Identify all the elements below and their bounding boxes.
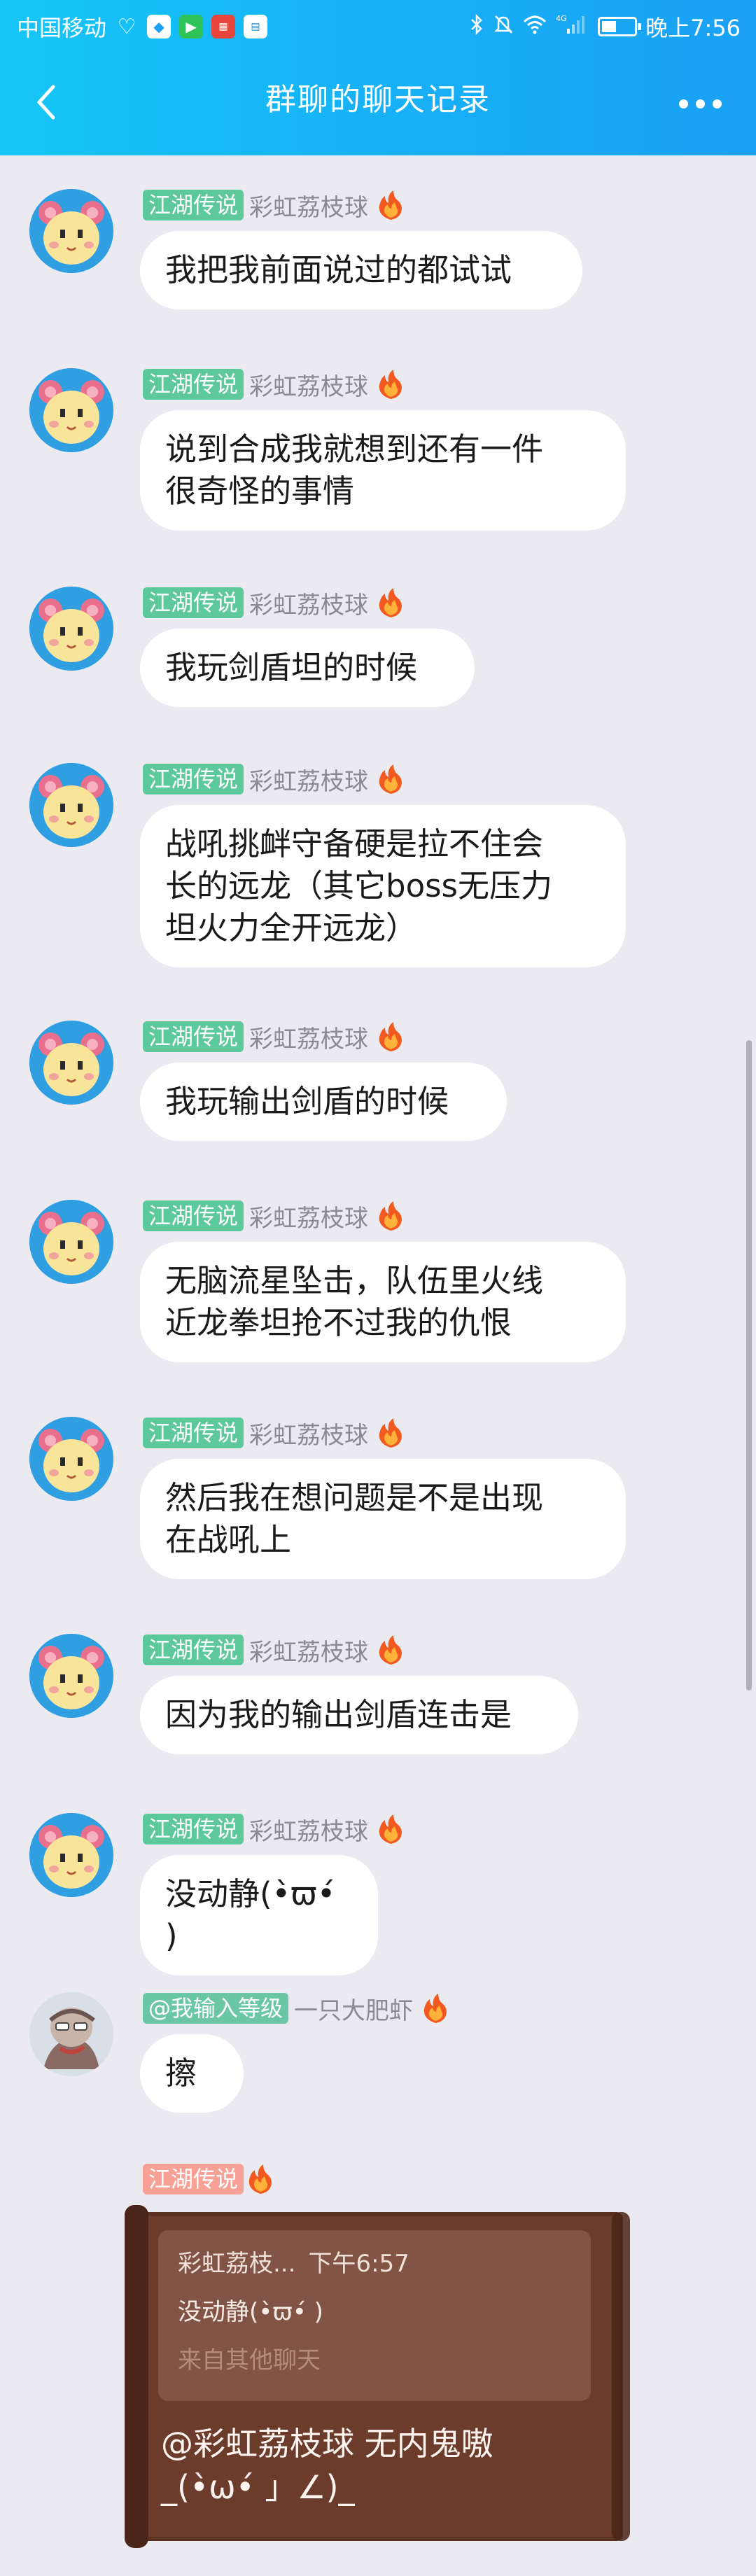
message-bubble[interactable]: 我玩剑盾坦的时候 <box>140 629 475 707</box>
message-bubble[interactable]: 说到合成我就想到还有一件 很奇怪的事情 <box>140 410 626 531</box>
group-title-badge: 江湖传说 <box>143 587 244 618</box>
sender-name[interactable]: 彩虹荔枝球 <box>249 1812 368 1847</box>
avatar-lychee[interactable] <box>29 1417 113 1501</box>
sender-name[interactable]: 彩虹荔枝球 <box>249 368 368 402</box>
message-meta: 江湖传说 <box>143 2163 276 2195</box>
fire-icon <box>379 1418 402 1448</box>
sender-name[interactable]: 彩虹荔枝球 <box>249 188 368 223</box>
message-meta: 江湖传说 彩虹荔枝球 <box>143 1199 406 1233</box>
group-title-badge: @我输入等级 <box>143 1993 289 2024</box>
carrier-label: 中国移动 <box>17 15 107 41</box>
fire-icon <box>379 1635 402 1665</box>
shield-icon: ◆ <box>147 15 172 38</box>
sender-name[interactable]: 彩虹荔枝球 <box>249 1416 368 1450</box>
message-meta: 江湖传说 彩虹荔枝球 <box>143 368 406 402</box>
more-button[interactable] <box>672 84 728 123</box>
fire-icon <box>379 588 402 617</box>
sender-name[interactable]: 彩虹荔枝球 <box>249 762 368 797</box>
status-bar: 中国移动 ♡ ◆ ▶ ▦ ▤ 4G 晚上7:56 <box>0 0 756 53</box>
more-dots-icon <box>678 99 688 108</box>
avatar-lychee[interactable] <box>29 1634 113 1718</box>
group-title-badge: 江湖传说 <box>143 1814 244 1844</box>
fire-icon <box>248 2164 272 2194</box>
quoted-message[interactable]: 彩虹荔枝... 下午6:57 没动静(•̀ϖ•́ ) 来自其他聊天 <box>158 2230 591 2401</box>
fire-icon <box>379 370 402 399</box>
battery-icon <box>598 17 642 36</box>
message-meta: 江湖传说 彩虹荔枝球 <box>143 1812 406 1847</box>
fire-icon <box>379 190 402 220</box>
page-title: 群聊的聊天记录 <box>265 82 491 118</box>
quoted-source: 来自其他聊天 <box>178 2346 321 2374</box>
fire-icon <box>379 1814 402 1844</box>
sender-name[interactable]: 彩虹荔枝球 <box>249 1633 368 1667</box>
group-title-badge: 江湖传说 <box>143 1200 244 1231</box>
message-meta: 江湖传说 彩虹荔枝球 <box>143 1416 406 1450</box>
news-app-icon: ▦ <box>211 15 236 38</box>
avatar-shrimp[interactable] <box>29 1992 113 2076</box>
scrollbar[interactable] <box>746 161 752 2569</box>
fire-icon <box>379 1022 402 1051</box>
mute-icon <box>493 13 514 41</box>
message-meta: 江湖传说 彩虹荔枝球 <box>143 1633 406 1667</box>
bluetooth-icon <box>469 13 484 41</box>
message-bubble[interactable]: 无脑流星坠击，队伍里火线 近龙拳坦抢不过我的仇恨 <box>140 1242 626 1362</box>
message-bubble[interactable]: 擦 <box>140 2034 244 2113</box>
message-bubble[interactable]: 因为我的输出剑盾连击是 <box>140 1676 578 1754</box>
fire-icon <box>379 764 402 794</box>
avatar-lychee[interactable] <box>29 587 113 671</box>
quote-reply-bubble[interactable]: 彩虹荔枝... 下午6:57 没动静(•̀ϖ•́ ) 来自其他聊天 @彩虹荔枝球 … <box>125 2205 630 2548</box>
app-header: 中国移动 ♡ ◆ ▶ ▦ ▤ 4G 晚上7:56 群聊的聊天记录 <box>0 0 756 155</box>
avatar-lychee[interactable] <box>29 1021 113 1105</box>
play-store-icon: ▶ <box>179 15 204 38</box>
group-title-badge: 江湖传说 <box>143 1418 244 1448</box>
svg-text:4G: 4G <box>556 14 567 23</box>
wifi-icon <box>522 14 547 40</box>
message-meta: 江湖传说 彩虹荔枝球 <box>143 188 406 223</box>
sender-name[interactable]: 一只大肥虾 <box>294 1991 413 2026</box>
sender-name[interactable]: 彩虹荔枝球 <box>249 1199 368 1233</box>
message-meta: 江湖传说 彩虹荔枝球 <box>143 762 406 797</box>
avatar-lychee[interactable] <box>29 189 113 273</box>
avatar-lychee[interactable] <box>29 763 113 847</box>
message-bubble[interactable]: 然后我在想问题是不是出现 在战吼上 <box>140 1459 626 1579</box>
avatar-lychee[interactable] <box>29 368 113 452</box>
scrollbar-thumb[interactable] <box>746 1040 752 1690</box>
message-bubble[interactable]: 没动静(•̀ϖ•́ ) <box>140 1855 378 1975</box>
fire-icon <box>424 1994 447 2023</box>
group-title-badge: 江湖传说 <box>143 1634 244 1665</box>
reply-text: @彩虹荔枝球 无内鬼嗷 _(•̀ω•́ 」∠)_ <box>161 2425 493 2506</box>
group-title-badge: 江湖传说 <box>143 1021 244 1052</box>
title-bar: 群聊的聊天记录 <box>0 53 756 155</box>
cellular-signal-icon: 4G <box>556 13 587 41</box>
message-bubble[interactable]: 我玩输出剑盾的时候 <box>140 1063 507 1141</box>
group-title-badge: 江湖传说 <box>143 369 244 400</box>
sender-name[interactable]: 彩虹荔枝球 <box>249 586 368 620</box>
group-title-badge: 江湖传说 <box>143 190 244 220</box>
heart-pulse-icon: ♡ <box>117 14 136 39</box>
browser-app-icon: ▤ <box>244 15 268 38</box>
sender-name[interactable]: 彩虹荔枝球 <box>249 1020 368 1054</box>
quoted-text: 没动静(•̀ϖ•́ ) <box>178 2298 323 2326</box>
status-time: 晚上7:56 <box>645 15 741 41</box>
quoted-time: 下午6:57 <box>308 2250 410 2278</box>
avatar-lychee[interactable] <box>29 1813 113 1897</box>
message-meta: 江湖传说 彩虹荔枝球 <box>143 1020 406 1054</box>
group-title-badge: 江湖传说 <box>143 764 244 794</box>
message-meta: @我输入等级 一只大肥虾 <box>143 1991 451 2026</box>
avatar-lychee[interactable] <box>29 1200 113 1284</box>
quoted-sender: 彩虹荔枝... <box>178 2250 296 2278</box>
fire-icon <box>379 1201 402 1231</box>
message-bubble[interactable]: 战吼挑衅守备硬是拉不住会 长的远龙（其它boss无压力 坦火力全开远龙） <box>140 805 626 967</box>
message-meta: 江湖传说 彩虹荔枝球 <box>143 586 406 620</box>
message-bubble[interactable]: 我把我前面说过的都试试 <box>140 231 582 309</box>
group-title-badge: 江湖传说 <box>143 2164 244 2194</box>
